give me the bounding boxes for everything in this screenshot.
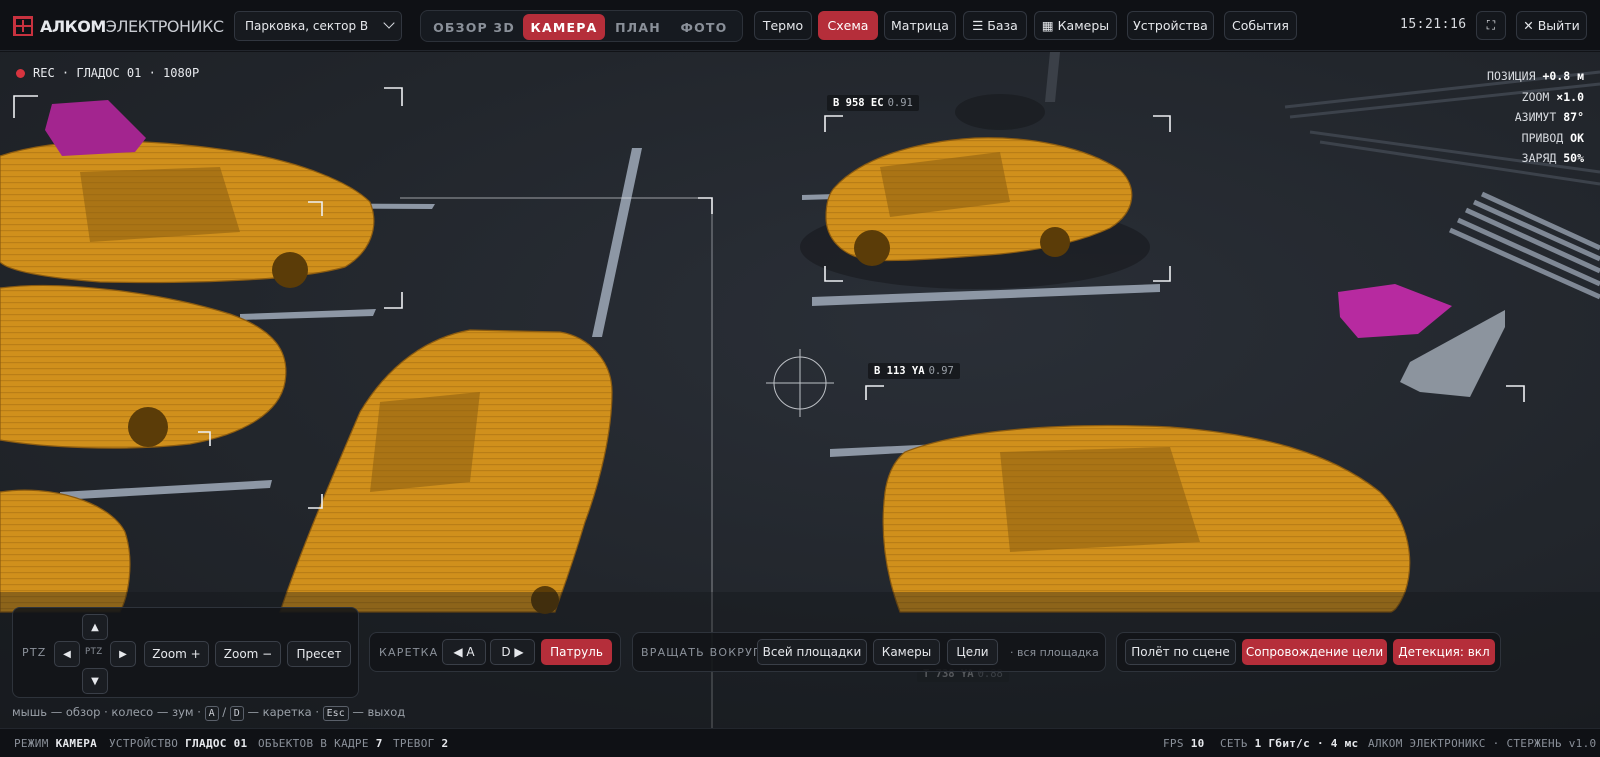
telemetry-azimuth: АЗИМУТ 87° xyxy=(1514,110,1584,124)
top-bar: АЛКОМЭЛЕКТРОНИКС Парковка, сектор B ОБЗО… xyxy=(0,0,1600,51)
status-objects: ОБЪЕКТОВ В КАДРЕ 7 xyxy=(258,737,383,750)
brand-name: АЛКОМЭЛЕКТРОНИКС xyxy=(40,16,224,36)
plate-label[interactable]: B 958 EC 0.91 xyxy=(827,95,919,111)
site-select-value: Парковка, сектор B xyxy=(245,19,369,33)
logout-button[interactable]: ✕ Выйти xyxy=(1516,11,1587,40)
ptz-label: PTZ xyxy=(22,646,47,659)
tab-camera[interactable]: КАМЕРА xyxy=(523,14,605,40)
status-alarms: ТРЕВОГ 2 xyxy=(393,737,449,750)
keyboard-hint: мышь — обзор · колесо — зум · A / D — ка… xyxy=(12,705,406,721)
status-mode: РЕЖИМ КАМЕРА xyxy=(14,737,98,750)
scheme-button[interactable]: Схема xyxy=(818,11,878,40)
status-bar: РЕЖИМ КАМЕРА УСТРОЙСТВО ГЛАДОС 01 ОБЪЕКТ… xyxy=(0,728,1600,757)
view-tabs: ОБЗОР 3D КАМЕРА ПЛАН ФОТО xyxy=(420,10,743,42)
telemetry-battery: ЗАРЯД 50% xyxy=(1521,151,1584,165)
ptz-up-button[interactable]: ▲ xyxy=(82,614,108,640)
scene-panel: Полёт по сцене Сопровождение цели Детекц… xyxy=(1116,632,1501,672)
tab-overview-3d[interactable]: ОБЗОР 3D xyxy=(427,14,521,40)
telemetry-zoom: ZOOM ×1.0 xyxy=(1521,89,1584,104)
patrol-button[interactable]: Патруль xyxy=(541,639,612,665)
orbit-panel: ВРАЩАТЬ ВОКРУГ Всей площадки Камеры Цели… xyxy=(632,632,1106,672)
zoom-out-button[interactable]: Zoom − xyxy=(215,641,281,667)
matrix-button[interactable]: Матрица xyxy=(884,11,956,40)
orbit-cameras-button[interactable]: Камеры xyxy=(873,639,940,665)
rec-dot-icon xyxy=(16,69,25,78)
ptz-down-button[interactable]: ▼ xyxy=(82,668,108,694)
telemetry-position: ПОЗИЦИЯ +0.8 м xyxy=(1487,69,1584,83)
carriage-a-button[interactable]: ◀ A xyxy=(442,639,486,665)
cameras-button[interactable]: ▦ Камеры xyxy=(1034,11,1117,40)
tab-plan[interactable]: ПЛАН xyxy=(607,14,669,40)
key-d: D xyxy=(229,706,244,721)
telemetry-drive: ПРИВОД OK xyxy=(1521,130,1584,145)
orbit-all-button[interactable]: Всей площадки xyxy=(757,639,867,665)
plate-label[interactable]: B 113 YA 0.97 xyxy=(868,363,960,379)
status-network: СЕТЬ 1 Гбит/с · 4 мс xyxy=(1220,737,1359,750)
site-select[interactable]: Парковка, сектор B xyxy=(234,11,402,41)
brand-logo-icon xyxy=(13,16,33,36)
preset-button[interactable]: Пресет xyxy=(287,641,351,667)
brand-logo: АЛКОМЭЛЕКТРОНИКС xyxy=(13,16,224,36)
crosshair-icon xyxy=(766,349,834,417)
tab-photo[interactable]: ФОТО xyxy=(671,14,737,40)
clock: 15:21:16 xyxy=(1400,17,1467,32)
key-esc: Esc xyxy=(322,706,349,721)
status-fps: FPS 10 xyxy=(1163,737,1205,750)
events-button[interactable]: События xyxy=(1224,11,1297,40)
carriage-panel: КАРЕТКА ◀ A D ▶ Патруль xyxy=(369,632,621,672)
orbit-targets-button[interactable]: Цели xyxy=(947,639,998,665)
status-footer: АЛКОМ ЭЛЕКТРОНИКС · СТЕРЖЕНЬ v1.0 xyxy=(1368,737,1597,750)
ptz-right-button[interactable]: ▶ xyxy=(110,641,136,667)
thermo-button[interactable]: Термо xyxy=(754,11,812,40)
telemetry-panel: ПОЗИЦИЯ +0.8 м ZOOM ×1.0 АЗИМУТ 87° ПРИВ… xyxy=(1487,66,1584,169)
crosswalk xyxy=(1448,191,1600,300)
track-target-button[interactable]: Сопровождение цели xyxy=(1242,639,1387,665)
carriage-label: КАРЕТКА xyxy=(379,646,439,659)
zoom-in-button[interactable]: Zoom + xyxy=(144,641,209,667)
status-device: УСТРОЙСТВО ГЛАДОС 01 xyxy=(109,737,248,750)
orbit-hint: · вся площадка xyxy=(1010,646,1099,659)
ptz-panel: PTZ ▲ ◀ PTZ ▶ ▼ Zoom + Zoom − Пресет xyxy=(12,607,359,698)
ptz-left-button[interactable]: ◀ xyxy=(54,641,80,667)
fly-scene-button[interactable]: Полёт по сцене xyxy=(1125,639,1236,665)
fullscreen-icon[interactable]: ⛶ xyxy=(1476,11,1506,40)
chevron-down-icon xyxy=(383,17,395,29)
base-button[interactable]: ☰ База xyxy=(963,11,1027,40)
devices-button[interactable]: Устройства xyxy=(1127,11,1214,40)
detection-toggle[interactable]: Детекция: вкл xyxy=(1393,639,1495,665)
carriage-d-button[interactable]: D ▶ xyxy=(490,639,535,665)
ptz-center-label: PTZ xyxy=(85,647,103,657)
rec-indicator: REC · ГЛАДОС 01 · 1080P xyxy=(16,66,199,80)
key-a: A xyxy=(204,706,219,721)
orbit-label: ВРАЩАТЬ ВОКРУГ xyxy=(641,646,761,659)
